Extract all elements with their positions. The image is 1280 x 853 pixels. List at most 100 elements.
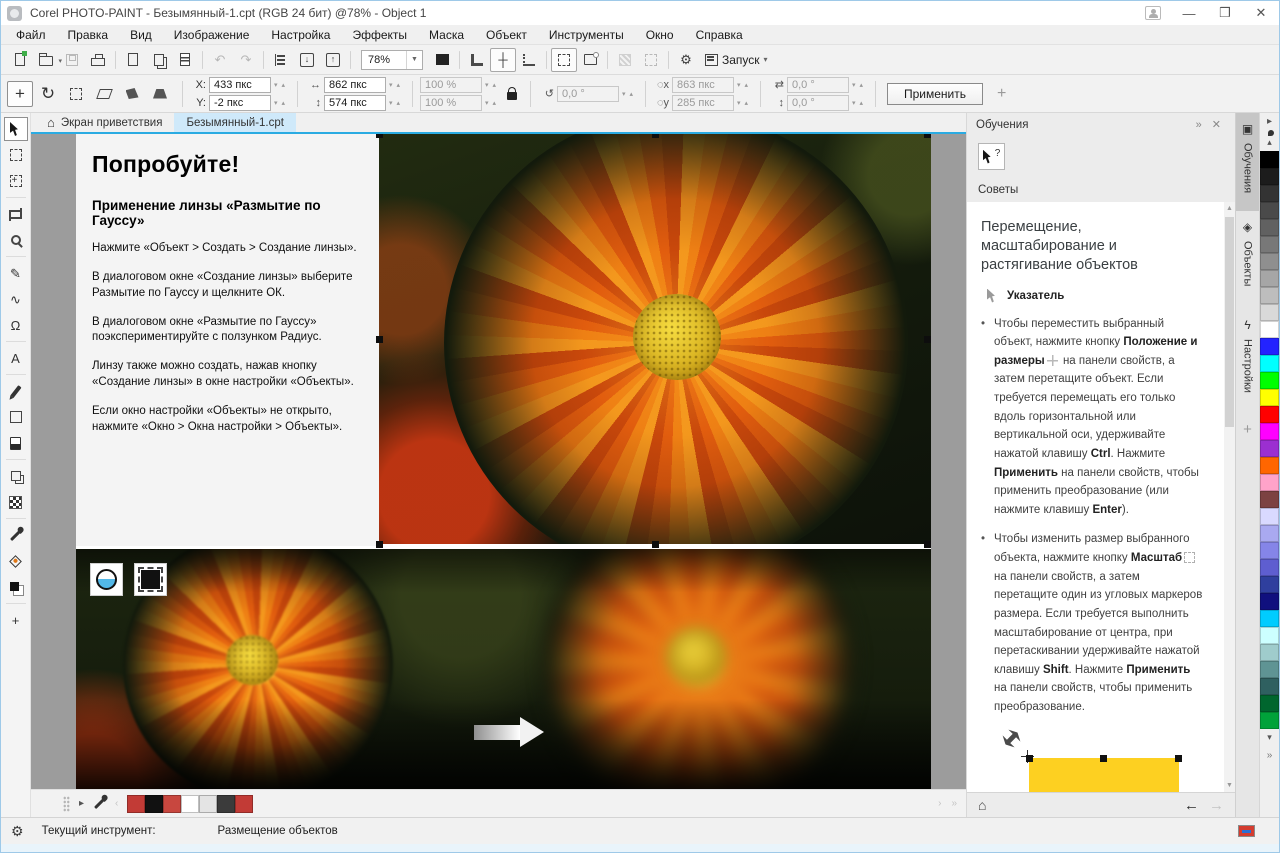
color-swatch[interactable] [1260,219,1279,236]
image-color-swatch[interactable] [163,795,181,813]
add-propbar-item-button[interactable]: + [997,85,1006,103]
object-manager-button[interactable] [268,48,294,72]
menu-item[interactable]: Правка [57,25,120,44]
minimize-button[interactable]: — [1171,1,1207,25]
apply-button[interactable]: Применить [887,83,983,105]
scrollbar-thumb[interactable] [1225,217,1234,427]
selection-handle[interactable] [652,134,659,138]
palette-flyout-icon[interactable]: ▸ [1267,113,1272,130]
image-color-swatch[interactable] [127,795,145,813]
print-button[interactable] [85,48,111,72]
fullscreen-preview-button[interactable] [429,48,455,72]
maximize-button[interactable]: ❒ [1207,1,1243,25]
redo-button[interactable]: ↷ [233,48,259,72]
color-swatch[interactable] [1260,525,1279,542]
home-icon[interactable]: ⌂ [978,797,986,813]
save-button[interactable] [59,48,85,72]
menu-item[interactable]: Вид [119,25,163,44]
color-swatch[interactable] [1260,185,1279,202]
docker-close-icon[interactable]: ✕ [1207,118,1226,131]
eraser-tool[interactable] [4,431,28,455]
color-swatch[interactable] [1260,661,1279,678]
skew-button[interactable] [91,81,117,107]
palette-expand-icon[interactable]: » [1267,746,1273,763]
menu-item[interactable]: Объект [475,25,538,44]
palette-next-icon[interactable]: › [933,798,946,809]
rectangle-mask-tool[interactable] [4,143,28,167]
scroll-down-icon[interactable]: ▼ [1226,779,1233,792]
undo-button[interactable]: ↶ [207,48,233,72]
document-tab[interactable]: ⌂ Безымянный-1.cpt [174,113,296,132]
color-swatch[interactable] [1260,287,1279,304]
pick-tool[interactable] [4,117,28,141]
image-color-swatch[interactable] [235,795,253,813]
account-button[interactable] [1135,1,1171,25]
palette-expand-icon[interactable]: » [946,798,962,809]
paint-tool[interactable]: ✎ [4,261,28,285]
mask-marquee-button[interactable] [551,48,577,72]
eyedropper-icon[interactable] [94,798,105,809]
x-position-input[interactable]: 433 пкс [209,77,271,93]
rectangle-tool[interactable] [4,405,28,429]
width-input[interactable]: 862 пкс [324,77,386,93]
text-tool[interactable]: A [4,346,28,370]
touchup-brush-tool[interactable] [4,379,28,403]
document-tab[interactable]: ⌂ Экран приветствия [35,113,174,132]
lock-ratio-button[interactable] [501,82,523,106]
y-position-input[interactable]: -2 пкс [209,95,271,111]
spinner[interactable] [389,81,405,89]
color-swatch[interactable] [1260,508,1279,525]
mask-transform-tool[interactable] [4,169,28,193]
color-swatch[interactable] [1260,644,1279,661]
color-swatch[interactable] [1260,559,1279,576]
color-swatch[interactable] [1260,440,1279,457]
object-marquee-button[interactable] [577,48,603,72]
color-swatch[interactable] [1260,542,1279,559]
color-swatch[interactable] [1260,627,1279,644]
color-swatch[interactable] [1260,610,1279,627]
image-color-swatch[interactable] [181,795,199,813]
back-icon[interactable]: ← [1184,797,1199,814]
grid-button[interactable]: ┼ [490,48,516,72]
clip-mask-button[interactable] [612,48,638,72]
duplicate-button[interactable] [146,48,172,72]
gear-icon[interactable]: ⚙ [11,823,24,840]
height-input[interactable]: 574 пкс [324,95,386,111]
new-document-button[interactable] [7,48,33,72]
guidelines-button[interactable] [516,48,542,72]
distort-button[interactable] [119,81,145,107]
position-size-button[interactable]: + [7,81,33,107]
color-swatch[interactable] [1260,168,1279,185]
eyedropper-tool[interactable] [4,523,28,547]
selection-handle[interactable] [924,134,931,138]
effect-tool[interactable]: ∿ [4,287,28,311]
color-swatch[interactable] [1260,406,1279,423]
selection-handle[interactable] [376,336,383,343]
docker-tab[interactable]: ϟ Настройки [1236,309,1259,407]
flower-image-before-after[interactable] [76,549,931,789]
selection-handle[interactable] [924,336,931,343]
perspective-button[interactable] [147,81,173,107]
color-swatch[interactable] [1260,236,1279,253]
palette-flyout-icon[interactable]: ▸ [74,798,89,809]
color-swatch[interactable] [1260,389,1279,406]
menu-item[interactable]: Инструменты [538,25,635,44]
menu-item[interactable]: Эффекты [341,25,418,44]
color-swatch[interactable] [1260,338,1279,355]
zoom-dropdown-icon[interactable]: ▼ [406,51,422,69]
add-tool-button[interactable]: + [4,608,28,632]
color-swatch[interactable] [1260,678,1279,695]
image-color-swatch[interactable] [145,795,163,813]
crop-tool[interactable] [4,202,28,226]
menu-item[interactable]: Изображение [163,25,261,44]
selection-handle[interactable] [376,134,383,138]
open-button[interactable] [33,48,59,72]
scale-button[interactable] [63,81,89,107]
color-transparency-tool[interactable] [4,490,28,514]
fill-tool[interactable] [4,549,28,573]
selection-handle[interactable] [924,541,931,548]
color-swatch[interactable] [1260,695,1279,712]
docker-tab[interactable]: ▣ Обучения [1236,113,1259,211]
paste-button[interactable] [172,48,198,72]
menu-item[interactable]: Файл [5,25,57,44]
